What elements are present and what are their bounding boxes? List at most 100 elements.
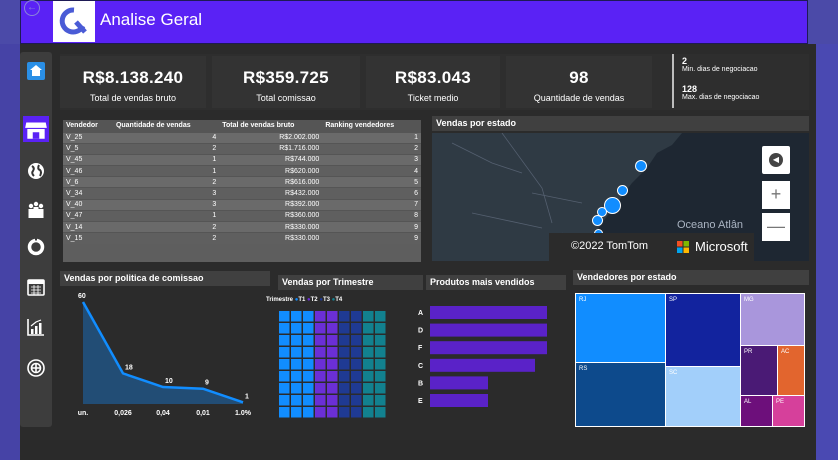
waffle-cell <box>303 371 314 382</box>
col-total[interactable]: Total de vendas bruto <box>219 120 323 132</box>
treemap-tile-mg[interactable]: MG <box>741 294 804 345</box>
treemap-tile-al[interactable]: AL <box>741 396 772 426</box>
chevron-left-icon: ◀ <box>769 153 783 167</box>
waffle-cell <box>291 335 302 346</box>
waffle-cell <box>375 371 386 382</box>
waffle-cell <box>363 347 374 358</box>
col-vendedor[interactable]: Vendedor <box>63 120 113 132</box>
microsoft-logo-icon <box>677 240 689 253</box>
treemap-tile-rj[interactable]: RJ <box>576 294 665 362</box>
col-ranking[interactable]: Ranking vendedores <box>322 120 421 132</box>
treemap-tile-sc[interactable]: SC <box>666 367 740 426</box>
waffle-cell <box>351 395 362 406</box>
legend-label-t1: T1 <box>298 297 306 303</box>
table-cell: 3 <box>112 187 220 200</box>
tile-label: PE <box>776 399 785 405</box>
x-tick-label: 0,01 <box>196 410 210 417</box>
treemap-tile-pr[interactable]: PR <box>741 346 777 395</box>
globe-icon[interactable] <box>22 157 50 185</box>
table-row[interactable]: V_25 4 R$2.002.000 1 <box>63 131 421 144</box>
table-cell: 1 <box>112 165 220 177</box>
data-label: 60 <box>78 293 86 300</box>
map-bubble[interactable] <box>617 185 628 196</box>
waffle-cell <box>279 383 290 394</box>
waffle-cell <box>315 311 326 322</box>
map-bubble[interactable] <box>635 160 647 172</box>
waffle-cell <box>279 335 290 346</box>
store-icon[interactable] <box>22 115 50 143</box>
kpi-label: Quantidade de vendas <box>533 93 625 103</box>
table-cell: R$1.716.000 <box>219 142 323 155</box>
tile-label: AL <box>744 399 752 405</box>
bar[interactable] <box>430 358 535 372</box>
tile-label: MG <box>744 297 754 303</box>
y-tick-label: E <box>418 398 423 405</box>
bar[interactable] <box>430 306 547 319</box>
table-row[interactable]: V_40 3 R$392.000 7 <box>63 198 421 211</box>
left-border <box>0 44 20 460</box>
table-row[interactable]: V_47 1 R$360.000 8 <box>63 209 421 222</box>
waffle-cell <box>351 359 362 370</box>
vendedores-treemap[interactable]: RJ SP MG RS SC PR AC AL PE <box>575 293 805 427</box>
min-days-value: 2 <box>682 56 688 66</box>
treemap-tile-ac[interactable]: AC <box>778 346 804 395</box>
bar[interactable] <box>430 394 488 407</box>
table-cell: R$330.000 <box>219 220 323 233</box>
donut-icon[interactable] <box>22 233 50 261</box>
waffle-cell <box>339 335 350 346</box>
x-tick-label: un. <box>78 410 89 417</box>
trimestre-waffle[interactable] <box>278 310 390 424</box>
waffle-cell <box>375 407 386 418</box>
home-icon[interactable] <box>22 57 50 85</box>
back-arrow-icon[interactable]: ← <box>24 0 40 16</box>
table-cell: 3 <box>112 198 220 211</box>
treemap-tile-pe[interactable]: PE <box>773 396 804 426</box>
table-row[interactable]: V_14 2 R$330.000 9 <box>63 220 421 233</box>
tile-label: PR <box>744 349 753 355</box>
table-row[interactable]: V_34 3 R$432.000 6 <box>63 187 421 200</box>
bar[interactable] <box>430 341 547 355</box>
table-cell: R$616.000 <box>219 176 323 188</box>
tile-label: RJ <box>579 297 587 303</box>
waffle-cell <box>363 383 374 394</box>
zoom-out-button[interactable]: — <box>762 213 790 241</box>
table-row[interactable]: V_45 1 R$744.000 3 <box>63 153 421 166</box>
map-view[interactable]: Oceano Atlân ◀ + — ©2022 TomTom Microsof… <box>432 133 809 261</box>
table-row[interactable]: V_6 2 R$616.000 5 <box>63 176 421 188</box>
tile-label: SC <box>669 370 678 376</box>
bar-chart-icon[interactable] <box>22 313 50 341</box>
kpi-value: R$83.043 <box>394 68 472 87</box>
map-bubble[interactable] <box>592 215 603 226</box>
bar[interactable] <box>430 323 547 337</box>
team-icon[interactable] <box>22 196 50 224</box>
waffle-cell <box>303 359 314 370</box>
zoom-in-button[interactable]: + <box>762 181 790 209</box>
target-icon[interactable] <box>22 354 50 382</box>
treemap-tile-sp[interactable]: SP <box>666 294 740 366</box>
kpi-value: R$8.138.240 <box>82 68 184 87</box>
waffle-cell <box>303 395 314 406</box>
table-cell: 5 <box>322 176 421 188</box>
waffle-cell <box>291 383 302 394</box>
bar[interactable] <box>430 376 488 390</box>
table-cell: 4 <box>322 165 421 177</box>
col-quantidade[interactable]: Quantidade de vendas <box>112 120 220 132</box>
waffle-cell <box>291 371 302 382</box>
table-cell: R$432.000 <box>219 187 323 200</box>
ocean-label: Oceano Atlân <box>677 219 744 231</box>
table-cell: R$620.000 <box>219 165 323 177</box>
treemap-tile-rs[interactable]: RS <box>576 363 665 426</box>
waffle-cell <box>375 311 386 322</box>
waffle-cell <box>339 395 350 406</box>
y-tick-label: A <box>418 310 423 317</box>
table-cell: V_45 <box>63 153 113 166</box>
table-row[interactable]: V_15 2 R$330.000 9 <box>63 232 421 244</box>
map-collapse-button[interactable]: ◀ <box>762 146 790 174</box>
calendar-icon[interactable] <box>22 273 50 301</box>
table-row[interactable]: V_5 2 R$1.716.000 2 <box>63 142 421 155</box>
comissao-area-chart[interactable]: 60 18 10 9 1 un. 0,026 0,04 0,01 1.0% <box>60 288 270 426</box>
legend-label-t3: T3 <box>322 297 330 303</box>
microsoft-attribution: Microsoft <box>695 239 748 254</box>
produtos-bar-chart[interactable]: A D F C B E <box>414 304 564 416</box>
table-row[interactable]: V_46 1 R$620.000 4 <box>63 165 421 177</box>
